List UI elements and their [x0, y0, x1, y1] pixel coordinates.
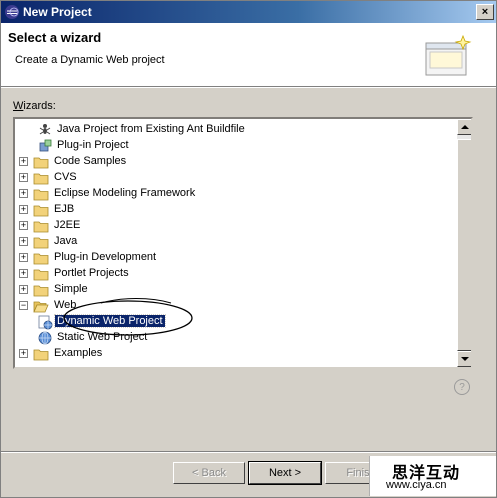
- expand-icon[interactable]: +: [19, 157, 28, 166]
- ant-icon: [37, 122, 53, 138]
- folder-open-icon: [33, 298, 49, 314]
- help-icon[interactable]: ?: [454, 379, 470, 395]
- tree-item[interactable]: + Code Samples: [15, 154, 457, 170]
- watermark-url: www.ciya.cn: [386, 479, 447, 491]
- wizard-banner: Select a wizard Create a Dynamic Web pro…: [1, 23, 496, 87]
- tree-item-label: Examples: [54, 347, 103, 359]
- folder-icon: [33, 250, 49, 266]
- web-project-icon: [37, 314, 53, 330]
- tree-item-label: EJB: [54, 203, 75, 215]
- close-icon: ×: [481, 5, 489, 18]
- tree-item-label: Dynamic Web Project: [54, 314, 166, 328]
- tree-item[interactable]: Java Project from Existing Ant Buildfile: [15, 122, 457, 138]
- tree-item[interactable]: + Java: [15, 234, 457, 250]
- tree-item-label: Java: [54, 235, 78, 247]
- wizards-label: Wizards:: [13, 100, 56, 112]
- folder-icon: [33, 170, 49, 186]
- close-button[interactable]: ×: [476, 4, 494, 20]
- tree-item-label: J2EE: [54, 219, 81, 231]
- tree-item[interactable]: + EJB: [15, 202, 457, 218]
- banner-separator: [1, 87, 496, 88]
- tree-item-label: Java Project from Existing Ant Buildfile: [57, 123, 245, 135]
- tree-item[interactable]: + Examples: [15, 346, 457, 362]
- tree-item[interactable]: + CVS: [15, 170, 457, 186]
- button-bar-separator: [1, 451, 496, 453]
- tree-item[interactable]: Static Web Project: [15, 330, 457, 346]
- globe-icon: [37, 330, 53, 346]
- folder-icon: [33, 346, 49, 362]
- scroll-up-button[interactable]: [457, 119, 471, 135]
- expand-icon[interactable]: +: [19, 189, 28, 198]
- tree-item[interactable]: + Eclipse Modeling Framework: [15, 186, 457, 202]
- arrow-up-icon: [461, 125, 469, 129]
- tree-item-label: Portlet Projects: [54, 267, 129, 279]
- title-bar[interactable]: New Project ×: [1, 1, 496, 23]
- tree-item-label: Simple: [54, 283, 88, 295]
- folder-icon: [33, 218, 49, 234]
- page-description: Create a Dynamic Web project: [15, 54, 165, 66]
- tree-item[interactable]: + Portlet Projects: [15, 266, 457, 282]
- arrow-down-icon: [461, 357, 469, 361]
- expand-icon[interactable]: +: [19, 253, 28, 262]
- folder-icon: [33, 186, 49, 202]
- window-title: New Project: [23, 5, 92, 19]
- wizard-banner-icon: [425, 34, 472, 76]
- expand-icon[interactable]: +: [19, 349, 28, 358]
- collapse-icon[interactable]: −: [19, 301, 28, 310]
- next-button[interactable]: Next >: [248, 461, 322, 485]
- tree-item-label: CVS: [54, 171, 77, 183]
- scroll-down-button[interactable]: [457, 351, 471, 367]
- expand-icon[interactable]: +: [19, 173, 28, 182]
- back-button[interactable]: < Back: [173, 462, 245, 484]
- wizard-tree[interactable]: Java Project from Existing Ant Buildfile…: [13, 117, 473, 369]
- tree-item-label: Plug-in Development: [54, 251, 157, 263]
- expand-icon[interactable]: +: [19, 205, 28, 214]
- scroll-thumb[interactable]: [457, 139, 471, 351]
- vertical-scrollbar[interactable]: [457, 119, 471, 367]
- tree-item[interactable]: Plug-in Project: [15, 138, 457, 154]
- page-title: Select a wizard: [8, 30, 102, 45]
- folder-icon: [33, 154, 49, 170]
- tree-item[interactable]: + Simple: [15, 282, 457, 298]
- folder-icon: [33, 266, 49, 282]
- eclipse-icon: [5, 5, 19, 19]
- expand-icon[interactable]: +: [19, 237, 28, 246]
- tree-item[interactable]: + Plug-in Development: [15, 250, 457, 266]
- folder-icon: [33, 202, 49, 218]
- expand-icon[interactable]: +: [19, 221, 28, 230]
- tree-item-label: Plug-in Project: [57, 139, 129, 151]
- folder-icon: [33, 282, 49, 298]
- plugin-icon: [37, 138, 53, 154]
- watermark: 思洋互动 www.ciya.cn: [369, 456, 496, 496]
- expand-icon[interactable]: +: [19, 285, 28, 294]
- tree-item[interactable]: Dynamic Web Project: [15, 314, 457, 330]
- tree-item-label: Static Web Project: [57, 331, 148, 343]
- folder-icon: [33, 234, 49, 250]
- new-project-dialog: New Project × Select a wizard Create a D…: [0, 0, 497, 498]
- expand-icon[interactable]: +: [19, 269, 28, 278]
- tree-item[interactable]: + J2EE: [15, 218, 457, 234]
- tree-item-label: Web: [54, 299, 77, 311]
- tree-item[interactable]: − Web: [15, 298, 457, 314]
- tree-item-label: Eclipse Modeling Framework: [54, 187, 196, 199]
- tree-item-label: Code Samples: [54, 155, 127, 167]
